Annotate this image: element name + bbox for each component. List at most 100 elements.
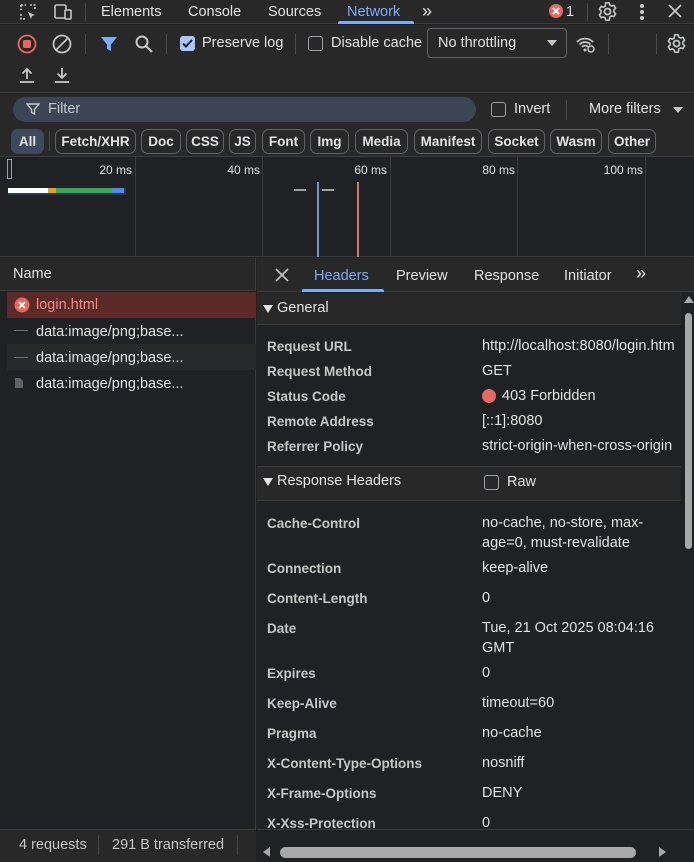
overview-tick-label: 80 ms xyxy=(482,163,515,177)
tab-initiator[interactable]: Initiator xyxy=(564,268,612,284)
expand-triangle-icon[interactable] xyxy=(263,305,273,313)
type-filter-media[interactable]: Media xyxy=(355,129,408,154)
load-event-line xyxy=(357,182,359,257)
header-value: DENY xyxy=(482,785,523,801)
header-name: Request URL xyxy=(267,339,352,354)
header-name: Date xyxy=(267,621,297,636)
scroll-right-arrow-icon[interactable] xyxy=(659,847,666,857)
header-name: Request Method xyxy=(267,364,373,379)
more-tabs-icon[interactable]: » xyxy=(422,0,432,23)
response-headers-title: Response Headers xyxy=(277,473,402,489)
disable-cache-label[interactable]: Disable cache xyxy=(331,35,422,51)
type-filter-css[interactable]: CSS xyxy=(186,129,224,154)
record-stop-icon[interactable] xyxy=(17,34,37,54)
type-filter-doc[interactable]: Doc xyxy=(141,129,181,154)
type-filter-all[interactable]: All xyxy=(11,129,44,154)
invert-label[interactable]: Invert xyxy=(514,101,550,117)
active-detail-tab-indicator xyxy=(302,289,384,292)
toolbar-separator xyxy=(656,34,657,54)
overview-gridline xyxy=(135,157,136,257)
image-resource-icon xyxy=(14,330,28,331)
header-name: Pragma xyxy=(267,726,317,741)
overview-resource-mark xyxy=(294,189,306,191)
raw-checkbox[interactable] xyxy=(484,475,499,490)
header-name: X-Frame-Options xyxy=(267,786,377,801)
scroll-up-arrow-icon[interactable] xyxy=(684,296,694,303)
tab-sources[interactable]: Sources xyxy=(268,0,321,24)
filter-funnel-small-icon xyxy=(26,102,40,116)
type-filter-js[interactable]: JS xyxy=(229,129,256,154)
more-detail-tabs-icon[interactable]: » xyxy=(636,263,646,284)
type-filter-fetch-xhr[interactable]: Fetch/XHR xyxy=(55,129,136,154)
type-filter-manifest[interactable]: Manifest xyxy=(414,129,482,154)
tab-headers[interactable]: Headers xyxy=(314,268,369,284)
close-devtools-icon[interactable] xyxy=(667,3,683,19)
status-dot-icon xyxy=(482,389,496,403)
expand-triangle-icon[interactable] xyxy=(263,478,273,486)
tab-console[interactable]: Console xyxy=(188,0,241,24)
horizontal-scrollbar-thumb[interactable] xyxy=(280,847,636,858)
filter-funnel-icon[interactable] xyxy=(99,34,119,54)
overview-gridline xyxy=(645,157,646,257)
network-settings-gear-icon[interactable] xyxy=(666,33,687,54)
throttling-value: No throttling xyxy=(438,35,517,51)
invert-checkbox[interactable] xyxy=(491,102,506,117)
header-name: Content-Length xyxy=(267,591,368,606)
filter-separator xyxy=(49,131,50,151)
error-badge-icon[interactable] xyxy=(548,3,564,19)
header-name: Remote Address xyxy=(267,414,374,429)
header-value: 0 xyxy=(482,590,491,606)
type-filter-font[interactable]: Font xyxy=(262,129,305,154)
preserve-log-checkbox[interactable] xyxy=(180,36,195,51)
raw-label[interactable]: Raw xyxy=(507,474,536,490)
type-filter-other[interactable]: Other xyxy=(608,129,656,154)
disable-cache-checkbox[interactable] xyxy=(308,36,323,51)
type-filter-img[interactable]: Img xyxy=(310,129,349,154)
error-count[interactable]: 1 xyxy=(566,0,574,24)
header-value: strict-origin-when-cross-origin xyxy=(482,438,673,454)
request-name: data:image/png;base... xyxy=(36,324,184,340)
network-conditions-icon[interactable] xyxy=(575,34,595,54)
type-filter-wasm[interactable]: Wasm xyxy=(550,129,602,154)
device-toolbar-icon[interactable] xyxy=(53,2,73,22)
inspect-element-icon[interactable] xyxy=(18,2,38,22)
scroll-left-arrow-icon[interactable] xyxy=(263,847,270,857)
header-name: Keep-Alive xyxy=(267,696,337,711)
header-name: Connection xyxy=(267,561,342,576)
import-har-icon[interactable] xyxy=(18,66,36,84)
toolbar-separator xyxy=(295,34,296,54)
active-tab-indicator xyxy=(338,21,414,24)
header-value: 0 xyxy=(482,665,491,681)
request-count: 4 requests xyxy=(19,837,87,853)
filter-input[interactable] xyxy=(13,97,476,122)
header-value: nosniff xyxy=(482,755,525,771)
tab-elements[interactable]: Elements xyxy=(101,0,161,24)
name-column-header[interactable]: Name xyxy=(13,266,52,282)
search-icon[interactable] xyxy=(134,34,154,54)
overview-tick-label: 40 ms xyxy=(227,163,260,177)
tab-separator xyxy=(85,3,86,21)
tab-preview[interactable]: Preview xyxy=(396,268,448,284)
overview-timing-bar-content xyxy=(112,188,124,193)
header-value: GET xyxy=(482,363,512,379)
overview-timing-bar-stalled xyxy=(48,188,56,193)
import-export-toolbar xyxy=(0,61,694,93)
clear-icon[interactable] xyxy=(52,34,72,54)
overview-gridline xyxy=(262,157,263,257)
header-value: http://localhost:8080/login.htm xyxy=(482,338,675,354)
header-name: Referrer Policy xyxy=(267,439,364,454)
overview-selection-handle[interactable] xyxy=(7,159,12,179)
tab-response[interactable]: Response xyxy=(474,268,539,284)
close-detail-icon[interactable] xyxy=(275,268,289,282)
settings-gear-icon[interactable] xyxy=(597,1,618,22)
more-options-icon[interactable] xyxy=(637,2,647,22)
type-filter-socket[interactable]: Socket xyxy=(488,129,545,154)
overview-tick-label: 100 ms xyxy=(603,163,643,177)
filter-separator xyxy=(566,100,567,120)
image-resource-icon xyxy=(14,357,28,358)
more-filters-button[interactable]: More filters xyxy=(589,101,661,117)
vertical-scrollbar-thumb[interactable] xyxy=(685,313,692,549)
preserve-log-label[interactable]: Preserve log xyxy=(202,35,283,51)
header-name: Status Code xyxy=(267,389,346,404)
export-har-icon[interactable] xyxy=(53,66,71,84)
